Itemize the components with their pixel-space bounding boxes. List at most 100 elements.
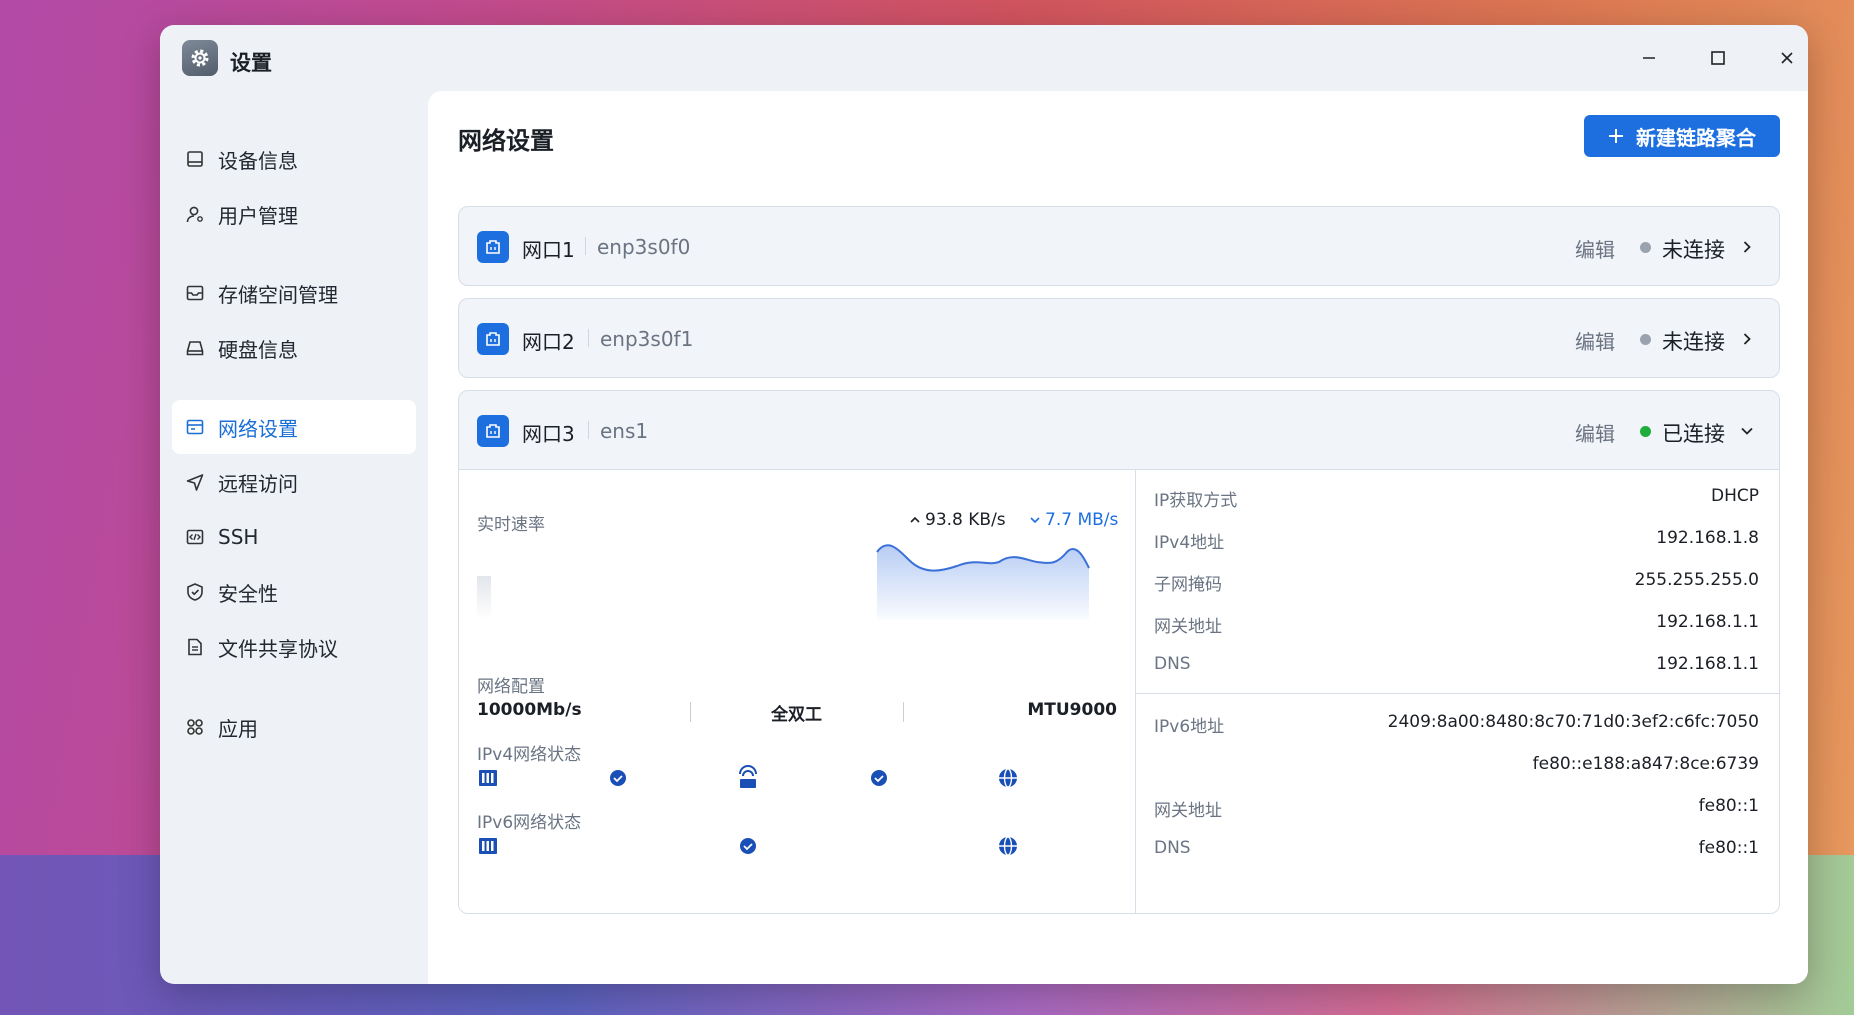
storage-icon: [184, 282, 206, 304]
device-icon: [479, 770, 497, 786]
ipv4-status-flow: [479, 765, 1017, 788]
sidebar-item-label: 硬盘信息: [218, 337, 298, 362]
status-badge: 未连接: [1662, 330, 1725, 354]
maximize-button[interactable]: [1701, 42, 1735, 74]
ip-key: DNS: [1154, 654, 1191, 674]
ipv6-row: IPv6地址 2409:8a00:8480:8c70:71d0:3ef2:c6f…: [1154, 712, 1759, 737]
network-icon: [184, 416, 206, 438]
ip-value: DHCP: [1711, 486, 1759, 506]
sidebar: 设备信息 用户管理 存储空间管理 硬盘信息 网络设置 远程访问 SSH 安全性: [160, 91, 428, 984]
speed-chart: [477, 544, 1090, 620]
sidebar-item-storage[interactable]: 存储空间管理: [172, 266, 416, 320]
new-button-label: 新建链路聚合: [1636, 125, 1756, 150]
status-dot: [1640, 426, 1651, 437]
sidebar-item-device-info[interactable]: 设备信息: [172, 132, 416, 186]
separator: [903, 702, 904, 722]
port-device: ens1: [600, 419, 649, 443]
ip-value: fe80::e188:a847:8ce:6739: [1532, 754, 1759, 774]
chevron-right-icon[interactable]: [1737, 329, 1757, 349]
status-badge: 已连接: [1662, 422, 1725, 446]
arrow-down-icon: [1030, 517, 1040, 524]
port-header[interactable]: 网口2 enp3s0f1 编辑 未连接: [459, 299, 1779, 377]
ip-key: IP获取方式: [1154, 491, 1238, 511]
separator: [585, 237, 586, 255]
port-name: 网口2: [522, 330, 575, 354]
port-card-3[interactable]: 网口3 ens1 编辑 已连接 实时速率 93.8 KB/s 7.7 MB/s …: [458, 390, 1780, 914]
minimize-button[interactable]: [1632, 42, 1666, 74]
new-link-aggregation-button[interactable]: 新建链路聚合: [1584, 115, 1780, 157]
chevron-right-icon[interactable]: [1737, 237, 1757, 257]
link-speed: 10000Mb/s: [477, 700, 582, 720]
sidebar-item-label: 用户管理: [218, 203, 298, 228]
disk-icon: [184, 337, 206, 359]
download-speed: 7.7 MB/s: [1029, 510, 1118, 530]
title-bar: 设置: [160, 25, 1808, 91]
sidebar-item-security[interactable]: 安全性: [172, 565, 416, 619]
sidebar-item-remote-access[interactable]: 远程访问: [172, 455, 416, 509]
ip-value: 192.168.1.1: [1656, 612, 1759, 632]
sidebar-item-disk-info[interactable]: 硬盘信息: [172, 321, 416, 375]
ip-key: IPv4地址: [1154, 533, 1225, 553]
separator: [588, 329, 589, 347]
port-card-1[interactable]: 网口1 enp3s0f0 编辑 未连接: [458, 206, 1780, 286]
ipv6-row: DNS fe80::1: [1154, 838, 1759, 862]
sidebar-item-label: SSH: [218, 525, 259, 549]
upload-value: 93.8 KB/s: [925, 510, 1006, 530]
port-header[interactable]: 网口1 enp3s0f0 编辑 未连接: [459, 207, 1779, 285]
device-icon: [184, 148, 206, 170]
globe-icon: [999, 768, 1017, 788]
chart-area: [877, 545, 1089, 620]
device-icon: [479, 838, 497, 854]
arrow-up-icon: [910, 516, 920, 523]
sidebar-item-label: 文件共享协议: [218, 636, 338, 661]
page-title: 网络设置: [458, 127, 554, 155]
ipv6-row: 网关地址 fe80::1: [1154, 796, 1759, 821]
gear-icon: [182, 40, 218, 76]
ip-info-panel: IP获取方式 DHCP IPv4地址 192.168.1.8 子网掩码 255.…: [1136, 470, 1779, 913]
port-stats-panel: 实时速率 93.8 KB/s 7.7 MB/s 网络配置 10000Mb/s 全…: [459, 470, 1136, 913]
ethernet-port-icon: [477, 323, 509, 355]
ip-key: IPv6地址: [1154, 717, 1225, 737]
send-icon: [184, 471, 206, 493]
port-header[interactable]: 网口3 ens1 编辑 已连接: [459, 391, 1779, 469]
edit-button[interactable]: 编辑: [1575, 234, 1615, 263]
sidebar-item-label: 安全性: [218, 581, 278, 606]
sidebar-item-ssh[interactable]: SSH: [172, 510, 416, 564]
globe-icon: [999, 836, 1017, 856]
sidebar-item-file-sharing[interactable]: 文件共享协议: [172, 620, 416, 674]
ip-value: 255.255.255.0: [1634, 570, 1759, 590]
ipv6-status-flow: [479, 836, 1017, 856]
ipv6-row: fe80::e188:a847:8ce:6739: [1154, 754, 1759, 778]
ip-value: 192.168.1.8: [1656, 528, 1759, 548]
file-icon: [184, 636, 206, 658]
sidebar-item-label: 远程访问: [218, 471, 298, 496]
ipv4-row: 子网掩码 255.255.255.0: [1154, 570, 1759, 595]
ethernet-port-icon: [477, 231, 509, 263]
upload-speed: 93.8 KB/s: [909, 510, 1006, 530]
ip-value: 192.168.1.1: [1656, 654, 1759, 674]
sidebar-item-user-management[interactable]: 用户管理: [172, 187, 416, 241]
apps-icon: [184, 716, 206, 738]
divider: [1136, 693, 1779, 694]
edit-button[interactable]: 编辑: [1575, 418, 1615, 447]
minimize-icon: [1643, 57, 1655, 59]
sidebar-item-network[interactable]: 网络设置: [172, 400, 416, 454]
chevron-down-icon[interactable]: [1737, 421, 1757, 441]
maximize-icon: [1711, 51, 1725, 65]
sidebar-item-label: 应用: [218, 716, 258, 741]
port-name: 网口3: [522, 422, 575, 446]
port-device: enp3s0f1: [600, 327, 694, 351]
ipv4-row: 网关地址 192.168.1.1: [1154, 612, 1759, 637]
close-button[interactable]: [1770, 42, 1804, 74]
shield-icon: [184, 581, 206, 603]
edit-button[interactable]: 编辑: [1575, 326, 1615, 355]
main-content: 网络设置 新建链路聚合 网口1 enp3s0f0 编辑 未连接 网口2 enp3…: [428, 91, 1808, 984]
ipv4-row: IP获取方式 DHCP: [1154, 486, 1759, 511]
download-value: 7.7 MB/s: [1045, 510, 1119, 530]
chart-ghost-bar: [477, 576, 491, 620]
status-badge: 未连接: [1662, 238, 1725, 262]
ip-value: fe80::1: [1698, 838, 1759, 858]
port-card-2[interactable]: 网口2 enp3s0f1 编辑 未连接: [458, 298, 1780, 378]
sidebar-item-apps[interactable]: 应用: [172, 700, 416, 754]
check-circle-icon: [740, 838, 756, 854]
